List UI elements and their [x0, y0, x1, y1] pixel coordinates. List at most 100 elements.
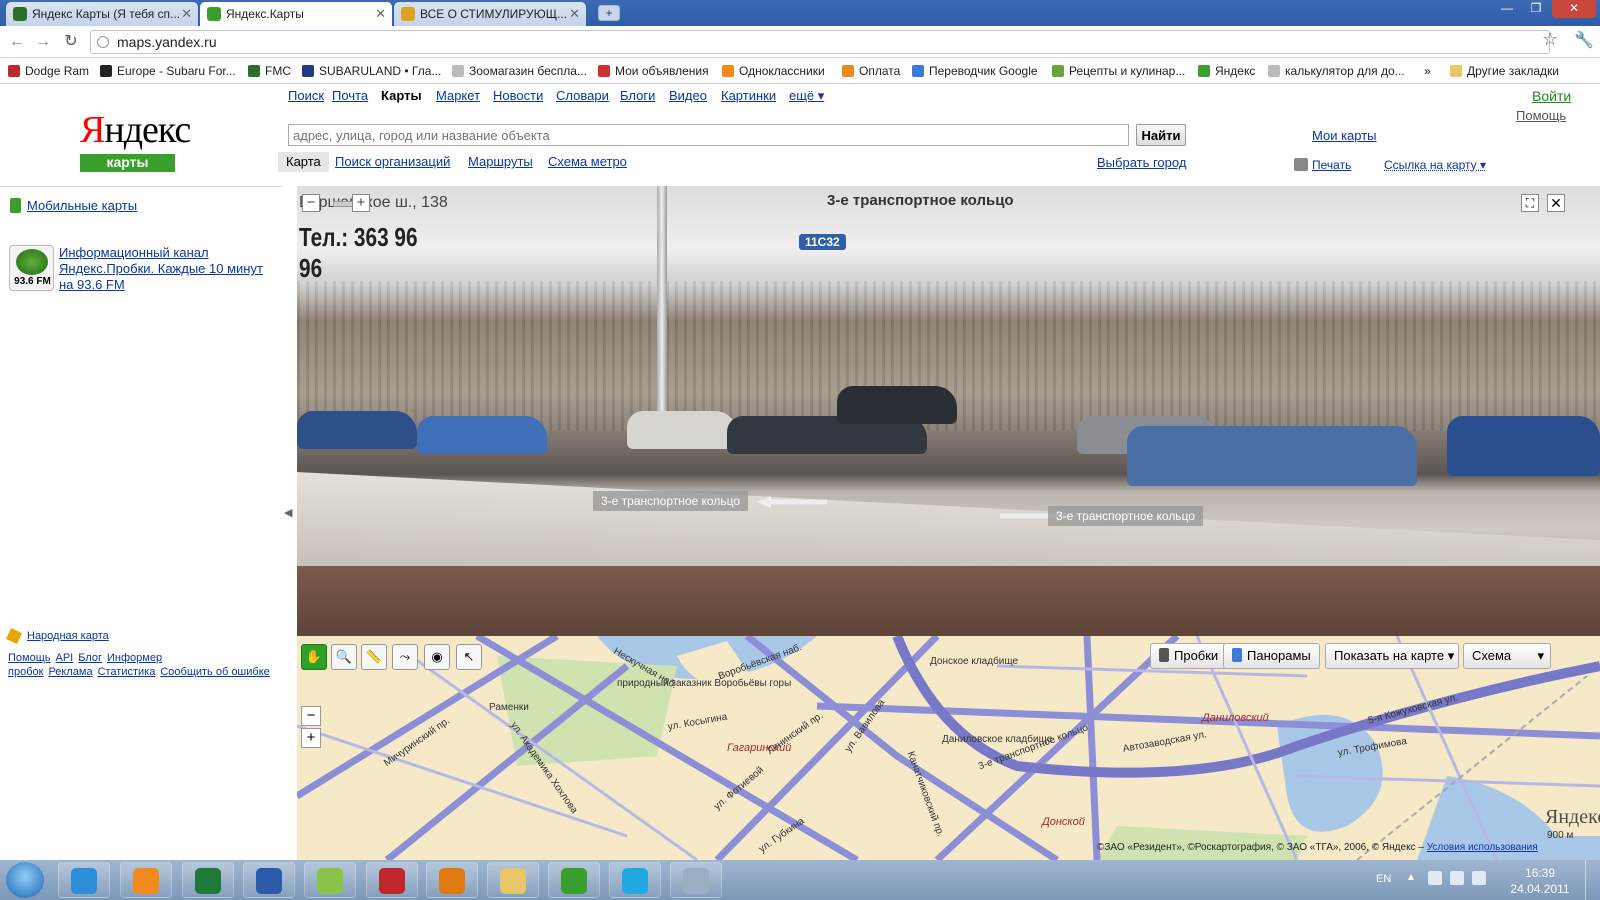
- other-bookmarks-folder[interactable]: Другие закладки: [1450, 62, 1559, 80]
- network-icon[interactable]: [1450, 871, 1464, 885]
- tab-yandex-maps-1[interactable]: Яндекс Карты (Я тебя сп... ✕: [6, 2, 198, 26]
- print-link[interactable]: Печать: [1312, 158, 1351, 172]
- service-link[interactable]: Видео: [669, 88, 707, 103]
- map-zoom-out[interactable]: −: [301, 706, 321, 726]
- map-type-dropdown[interactable]: Схема ▾: [1463, 643, 1551, 669]
- service-link[interactable]: Карты: [381, 88, 422, 103]
- clock-date[interactable]: 24.04.2011: [1506, 882, 1574, 896]
- tab-yandex-maps-active[interactable]: Яндекс.Карты ✕: [200, 2, 392, 26]
- footer-link[interactable]: Сообщить об ошибке: [160, 666, 269, 678]
- tray-device-icon[interactable]: [1428, 871, 1442, 885]
- bookmark-item[interactable]: Оплата: [842, 62, 900, 80]
- taskbar-app-media-player[interactable]: [120, 862, 172, 898]
- bookmark-item[interactable]: Одноклассники: [722, 62, 825, 80]
- radio-info-link[interactable]: Информационный канал Яндекс.Пробки. Кажд…: [59, 245, 274, 293]
- wrench-icon[interactable]: 🔧: [1574, 30, 1594, 50]
- subtab-link[interactable]: Маршруты: [468, 152, 533, 172]
- service-link[interactable]: Маркет: [436, 88, 480, 103]
- new-tab-button[interactable]: +: [598, 5, 620, 21]
- subtab-link[interactable]: Поиск организаций: [335, 152, 450, 172]
- show-desktop-button[interactable]: [1585, 860, 1600, 900]
- close-tab-icon[interactable]: ✕: [375, 2, 386, 26]
- taskbar-app-webcam[interactable]: [670, 862, 722, 898]
- close-window-icon[interactable]: ✕: [1552, 0, 1596, 18]
- service-link[interactable]: Новости: [493, 88, 543, 103]
- back-icon[interactable]: ←: [6, 31, 28, 53]
- login-link[interactable]: Войти: [1532, 88, 1571, 104]
- panorama-tool-icon[interactable]: ◉: [424, 644, 450, 670]
- forward-icon[interactable]: →: [32, 31, 54, 53]
- bookmark-item[interactable]: Переводчик Google: [912, 62, 1038, 80]
- close-tab-icon[interactable]: ✕: [181, 2, 192, 26]
- reload-icon[interactable]: ↻: [60, 31, 82, 53]
- expand-icon[interactable]: ⛶: [1521, 194, 1539, 212]
- service-link[interactable]: Картинки: [721, 88, 776, 103]
- footer-link[interactable]: API: [56, 652, 74, 664]
- taskbar-app-skype[interactable]: [609, 862, 661, 898]
- bookmark-star-icon[interactable]: ☆: [1542, 29, 1558, 50]
- panoramas-button[interactable]: Панорамы: [1223, 643, 1320, 669]
- bookmark-item[interactable]: Мои объявления: [598, 62, 709, 80]
- taskbar-app-explorer[interactable]: [487, 862, 539, 898]
- taskbar-app-illustrator[interactable]: [426, 862, 478, 898]
- service-link[interactable]: Блоги: [620, 88, 655, 103]
- magnifier-tool-icon[interactable]: 🔍: [331, 644, 357, 670]
- collapse-panel-icon[interactable]: ◀: [284, 506, 292, 522]
- service-link[interactable]: Словари: [556, 88, 609, 103]
- footer-link[interactable]: Помощь: [8, 652, 51, 664]
- taskbar-app-camera[interactable]: [366, 862, 418, 898]
- bookmark-item[interactable]: Зоомагазин бесплa...: [452, 62, 587, 80]
- panorama-marker[interactable]: 11С32: [799, 234, 846, 250]
- mobile-maps-link[interactable]: Мобильные карты: [27, 198, 137, 213]
- pointer-tool-icon[interactable]: ↖: [456, 644, 482, 670]
- clock-time[interactable]: 16:39: [1510, 866, 1570, 880]
- ruler-tool-icon[interactable]: 📏: [361, 644, 387, 670]
- service-link[interactable]: ещё ▾: [789, 88, 824, 104]
- more-bookmarks-chevron[interactable]: »: [1424, 62, 1431, 80]
- map-zoom-in[interactable]: +: [301, 728, 321, 748]
- help-link[interactable]: Помощь: [1516, 108, 1566, 123]
- yandex-logo[interactable]: Яндекс: [80, 108, 191, 152]
- footer-link[interactable]: Блог: [78, 652, 102, 664]
- bookmark-item[interactable]: Dodge Ram: [8, 62, 89, 80]
- street-panorama[interactable]: Варшавское ш., 138 Тел.: 363 96 96 − + 3…: [297, 186, 1600, 636]
- bookmark-item[interactable]: FMC: [248, 62, 291, 80]
- language-indicator[interactable]: EN: [1376, 873, 1391, 885]
- map-view[interactable]: ✋ 🔍 📏 ⤳ ◉ ↖ − + Пробки Панорамы Показать…: [297, 636, 1600, 860]
- radio-badge[interactable]: 93.6 FM: [9, 245, 54, 291]
- tray-expand-icon[interactable]: ▲: [1406, 872, 1416, 883]
- hand-tool-icon[interactable]: ✋: [301, 644, 327, 670]
- subtab-link[interactable]: Схема метро: [548, 152, 627, 172]
- panorama-zoom-in[interactable]: +: [352, 194, 370, 212]
- route-tool-icon[interactable]: ⤳: [392, 644, 418, 670]
- start-button[interactable]: [6, 862, 44, 898]
- choose-city-link[interactable]: Выбрать город: [1097, 155, 1186, 170]
- close-tab-icon[interactable]: ✕: [569, 2, 580, 26]
- tab-stimul[interactable]: ВСЕ О СТИМУЛИРУЮЩ... ✕: [394, 2, 586, 26]
- bookmark-item[interactable]: калькулятор для до...: [1268, 62, 1405, 80]
- bookmark-item[interactable]: Europe - Subaru For...: [100, 62, 236, 80]
- search-input[interactable]: [288, 124, 1129, 146]
- close-panorama-icon[interactable]: ✕: [1547, 194, 1565, 212]
- show-on-map-dropdown[interactable]: Показать на карте ▾: [1325, 643, 1459, 669]
- printer-icon[interactable]: [1294, 158, 1308, 171]
- link-to-map-dropdown[interactable]: Ссылка на карту ▾: [1384, 158, 1486, 172]
- taskbar-app-ie[interactable]: [58, 862, 110, 898]
- taskbar-app-word[interactable]: [243, 862, 295, 898]
- service-link[interactable]: Почта: [332, 88, 368, 103]
- taskbar-app-excel[interactable]: [182, 862, 234, 898]
- bookmark-item[interactable]: SUBARULAND • Гла...: [302, 62, 441, 80]
- footer-link[interactable]: Статистика: [98, 666, 156, 678]
- terms-link[interactable]: Условия использования: [1427, 842, 1538, 853]
- search-button[interactable]: Найти: [1136, 124, 1186, 146]
- bookmark-item[interactable]: Рецепты и кулинар...: [1052, 62, 1185, 80]
- minimize-icon[interactable]: —: [1493, 0, 1521, 18]
- traffic-button[interactable]: Пробки: [1150, 643, 1228, 669]
- taskbar-app-app-green[interactable]: [304, 862, 356, 898]
- taskbar-app-chrome[interactable]: [548, 862, 600, 898]
- footer-link[interactable]: Реклама: [48, 666, 92, 678]
- bookmark-item[interactable]: Яндекс: [1198, 62, 1255, 80]
- volume-icon[interactable]: [1472, 871, 1486, 885]
- my-maps-link[interactable]: Мои карты: [1312, 128, 1377, 143]
- address-bar[interactable]: maps.yandex.ru: [90, 30, 1550, 54]
